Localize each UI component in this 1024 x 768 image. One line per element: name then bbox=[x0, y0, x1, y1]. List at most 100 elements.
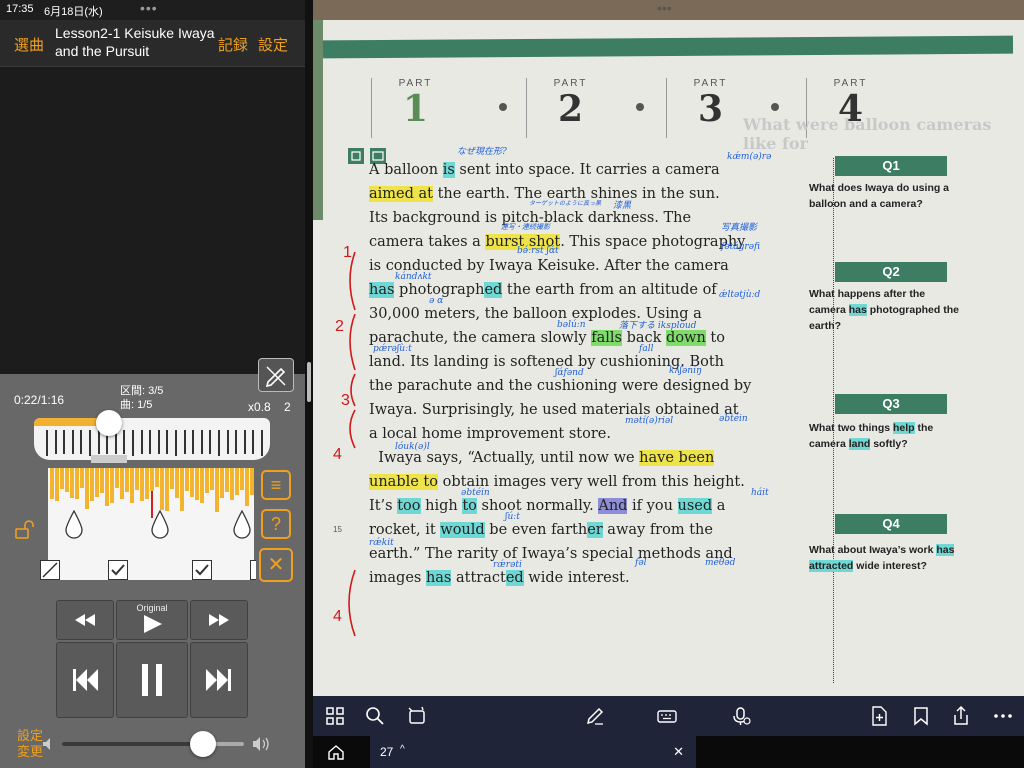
volume-knob[interactable] bbox=[190, 731, 216, 757]
fast-forward-button[interactable] bbox=[190, 600, 248, 640]
split-view-divider[interactable] bbox=[305, 0, 313, 768]
play-original-button[interactable]: Original bbox=[116, 600, 188, 640]
q2-label: Q2 bbox=[835, 262, 947, 282]
section-marker-icon[interactable] bbox=[148, 510, 172, 540]
part-separator-dot bbox=[636, 103, 644, 111]
list-menu-icon[interactable]: ≡ bbox=[261, 470, 291, 500]
timeline-tick bbox=[218, 430, 220, 456]
waveform-bar bbox=[80, 468, 84, 489]
waveform-bar bbox=[235, 468, 239, 495]
keyboard-icon[interactable] bbox=[657, 706, 677, 726]
part-number: 2 bbox=[557, 88, 584, 130]
pen-edit-icon[interactable] bbox=[258, 358, 294, 392]
waveform-bar bbox=[55, 468, 59, 501]
add-page-icon[interactable] bbox=[869, 706, 889, 726]
share-icon[interactable] bbox=[951, 706, 971, 726]
timeline-tick bbox=[261, 430, 263, 456]
volume-slider[interactable] bbox=[62, 742, 244, 746]
settings-change-button[interactable]: 設定 変更 bbox=[17, 728, 43, 760]
bookmark-icon[interactable] bbox=[911, 706, 931, 726]
textbook-viewer: ••• PART 1 PART 2 PART 3 PART 4 What wer… bbox=[313, 0, 1024, 768]
pen-icon[interactable] bbox=[585, 706, 605, 726]
red-bracket-mark: 4 bbox=[333, 608, 342, 625]
chevron-up-icon[interactable]: ^ bbox=[400, 744, 405, 755]
speed-extra: 2 bbox=[284, 400, 291, 414]
document-tab-bar: 27 ^ ✕ bbox=[313, 736, 1024, 768]
waveform-bar bbox=[65, 468, 69, 493]
passage-line: images has attracted wide interest. bbox=[369, 570, 630, 586]
player-app: 17:35 6月18日(水) ••• 選曲 Lesson2-1 Keisuke … bbox=[0, 0, 305, 768]
document-tab[interactable]: 27 ^ ✕ bbox=[370, 736, 696, 768]
close-icon[interactable]: ✕ bbox=[259, 548, 293, 582]
q3-text: What two things help the camera land sof… bbox=[809, 420, 959, 452]
record-button[interactable]: 記録 bbox=[218, 34, 248, 55]
multitask-dots-icon[interactable]: ••• bbox=[657, 0, 672, 16]
unlock-icon[interactable] bbox=[14, 520, 36, 540]
q4-text-part: wide interest? bbox=[853, 560, 927, 572]
handwritten-note: rǽkit bbox=[369, 538, 394, 548]
settings-button[interactable]: 設定 bbox=[258, 34, 288, 55]
lasso-icon[interactable] bbox=[407, 706, 427, 726]
previous-button[interactable] bbox=[56, 642, 114, 718]
waveform-bar bbox=[70, 468, 74, 498]
microphone-icon[interactable] bbox=[731, 706, 751, 726]
handwritten-note: ʃɑ́fənd bbox=[555, 368, 584, 378]
playback-speed[interactable]: x0.8 bbox=[248, 400, 271, 414]
timeline-tick bbox=[157, 430, 160, 454]
home-icon[interactable] bbox=[327, 744, 345, 760]
waveform-bar bbox=[85, 468, 89, 509]
grid-icon[interactable] bbox=[325, 706, 345, 726]
waveform-bar bbox=[205, 468, 209, 494]
section-marker-icon[interactable] bbox=[230, 510, 254, 540]
section-marker-icon[interactable] bbox=[62, 510, 86, 540]
rewind-button[interactable] bbox=[56, 600, 114, 640]
help-icon[interactable]: ? bbox=[261, 509, 291, 539]
app-header: 選曲 Lesson2-1 Keisuke Iwaya and the Pursu… bbox=[0, 20, 305, 67]
section-checkbox[interactable] bbox=[192, 560, 212, 580]
timeline-grip[interactable] bbox=[91, 455, 127, 463]
waveform-bar bbox=[140, 468, 144, 501]
pause-button[interactable] bbox=[116, 642, 188, 718]
annotation-toolbar bbox=[313, 696, 1024, 736]
divider-handle[interactable] bbox=[307, 362, 311, 402]
timeline-tick bbox=[132, 430, 134, 456]
waveform-bar bbox=[190, 468, 194, 497]
waveform-bar bbox=[125, 468, 129, 493]
more-icon[interactable] bbox=[993, 706, 1013, 726]
q2-highlight: has bbox=[848, 304, 867, 316]
timeline-tick bbox=[235, 430, 238, 454]
section-checkbox[interactable] bbox=[250, 560, 256, 580]
q1-label: Q1 bbox=[835, 156, 947, 176]
search-icon[interactable] bbox=[365, 706, 385, 726]
waveform-bar bbox=[145, 468, 149, 499]
seek-timeline[interactable] bbox=[34, 418, 270, 460]
waveform-bar bbox=[215, 468, 219, 512]
handwritten-note: なぜ現在形? bbox=[457, 147, 507, 157]
q3-text-part: softly? bbox=[870, 438, 908, 450]
page-edge bbox=[313, 20, 323, 220]
section-checkbox[interactable] bbox=[40, 560, 60, 580]
q4-text-part: What about Iwaya’s work bbox=[809, 544, 937, 556]
select-song-button[interactable]: 選曲 bbox=[14, 34, 44, 55]
waveform-bar bbox=[225, 468, 229, 493]
part-1: PART 1 bbox=[371, 78, 459, 138]
timeline-tick bbox=[63, 430, 66, 454]
seek-knob[interactable] bbox=[96, 410, 122, 436]
played-portion bbox=[34, 418, 103, 426]
timeline-tick bbox=[175, 430, 177, 456]
timeline-tick bbox=[140, 430, 143, 454]
track-count: 曲: 1/5 bbox=[120, 399, 153, 411]
handwritten-note: ターゲットのように真っ黒 bbox=[529, 200, 602, 207]
handwritten-note: əbtéin bbox=[719, 414, 748, 424]
next-button[interactable] bbox=[190, 642, 248, 718]
handwritten-note: 落下する iksplóud bbox=[619, 321, 697, 331]
handwritten-note: bəlúːn bbox=[557, 320, 586, 330]
red-bracket-mark bbox=[349, 251, 356, 449]
passage-line: It’s too high to shoot normally. And if … bbox=[369, 498, 726, 514]
waveform-bar bbox=[60, 468, 64, 489]
close-tab-icon[interactable]: ✕ bbox=[673, 744, 684, 760]
section-checkbox[interactable] bbox=[108, 560, 128, 580]
waveform-bar bbox=[135, 468, 139, 491]
handwritten-note: ʃúːt bbox=[505, 512, 520, 522]
multitask-dots-icon[interactable]: ••• bbox=[140, 0, 158, 16]
